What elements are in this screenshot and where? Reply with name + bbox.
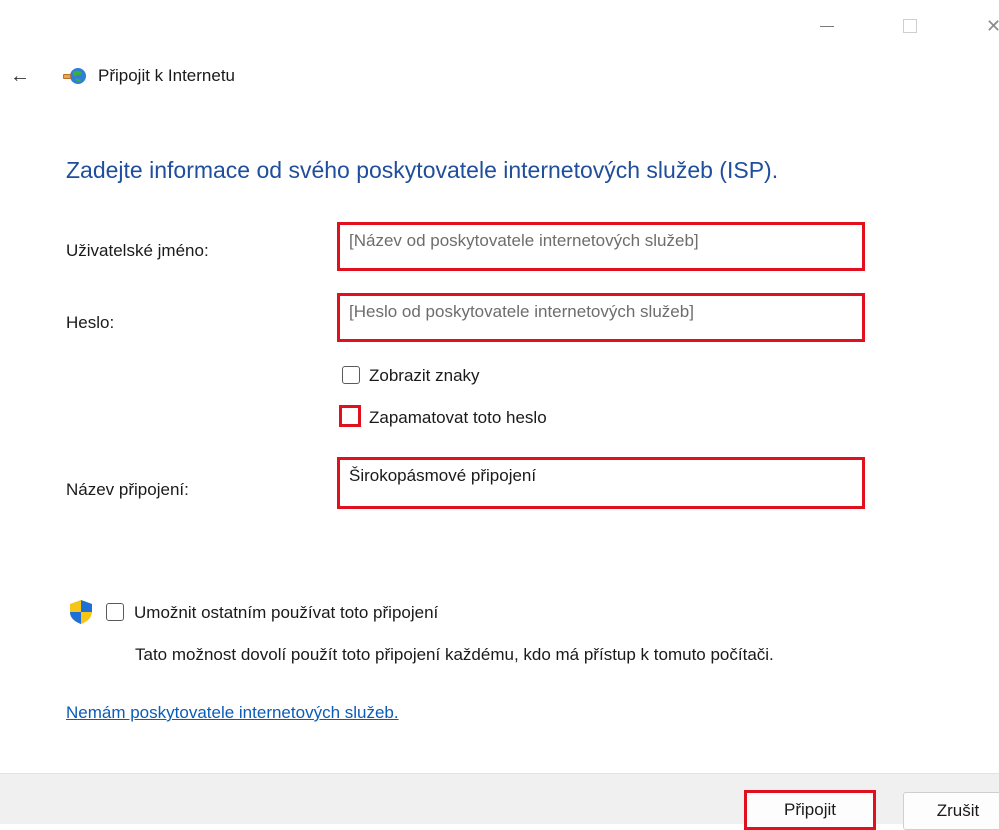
network-globe-icon	[62, 66, 88, 86]
window-title: Připojit k Internetu	[98, 66, 236, 85]
password-field-frame	[337, 293, 871, 342]
maximize-icon[interactable]	[903, 19, 917, 33]
uac-shield-icon	[68, 599, 94, 625]
back-arrow-icon[interactable]: ←	[8, 64, 32, 88]
username-label: Uživatelské jméno:	[66, 241, 209, 260]
connection-name-input[interactable]	[340, 464, 871, 488]
cancel-button[interactable]: Zrušit	[903, 792, 999, 830]
remember-password-label: Zapamatovat toto heslo	[369, 408, 547, 427]
connection-name-label: Název připojení:	[66, 480, 189, 499]
username-input[interactable]	[340, 229, 871, 253]
show-characters-label: Zobrazit znaky	[369, 366, 480, 385]
remember-password-checkbox[interactable]	[339, 405, 361, 427]
connection-name-field-frame	[337, 457, 871, 509]
minimize-icon[interactable]	[816, 14, 840, 38]
username-field-frame	[337, 222, 871, 271]
password-input[interactable]	[340, 300, 871, 324]
allow-others-description: Tato možnost dovolí použít toto připojen…	[135, 645, 774, 664]
close-icon[interactable]: ✕	[986, 14, 999, 38]
allow-others-label: Umožnit ostatním používat toto připojení	[134, 603, 439, 622]
allow-others-checkbox[interactable]	[106, 603, 124, 621]
connect-button[interactable]: Připojit	[744, 790, 876, 830]
close-glyph: ✕	[986, 16, 999, 36]
page-heading: Zadejte informace od svého poskytovatele…	[66, 157, 779, 183]
no-isp-link[interactable]: Nemám poskytovatele internetových služeb…	[66, 703, 399, 723]
password-label: Heslo:	[66, 313, 115, 332]
back-glyph: ←	[10, 65, 30, 87]
show-characters-checkbox[interactable]	[342, 366, 360, 384]
